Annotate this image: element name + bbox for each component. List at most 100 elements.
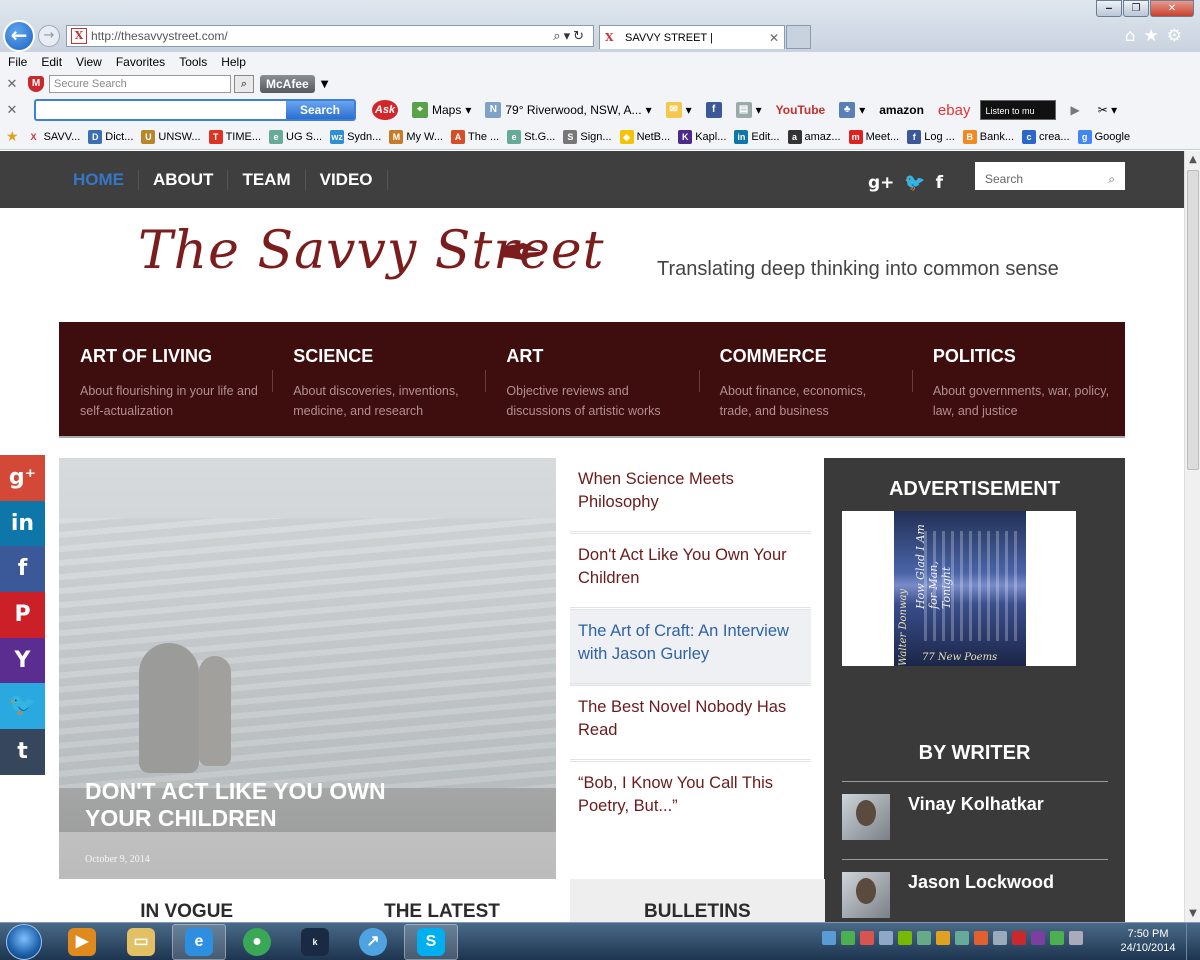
nav-home[interactable]: HOME bbox=[73, 170, 138, 190]
fav-item[interactable]: m Meet... bbox=[848, 129, 899, 144]
tumblr-share-icon[interactable]: t bbox=[0, 729, 45, 775]
fav-item[interactable]: X SAVV... bbox=[27, 130, 81, 144]
home-favorites-tools-icons[interactable]: ⌂★⚙ bbox=[1125, 26, 1190, 46]
amazon-button[interactable]: amazon bbox=[879, 103, 924, 117]
fav-item[interactable]: e St.G... bbox=[507, 129, 555, 144]
site-search-input[interactable]: Search ⌕ bbox=[975, 162, 1125, 190]
games-button[interactable]: ♣ ▾ bbox=[839, 102, 865, 118]
warning-tray-icon[interactable] bbox=[974, 931, 988, 945]
search-icon[interactable]: ⌕ bbox=[234, 75, 254, 93]
start-button[interactable] bbox=[6, 924, 42, 960]
toolbar-search-button[interactable]: Search bbox=[286, 101, 354, 119]
writer-item[interactable]: Vinay Kolhatkar bbox=[842, 781, 1108, 851]
dropbox-tray-icon[interactable] bbox=[822, 931, 836, 945]
more-arrow-icon[interactable]: ▶ bbox=[1070, 103, 1079, 117]
app-tray-icon[interactable] bbox=[917, 931, 931, 945]
skype-app[interactable]: S bbox=[404, 924, 458, 960]
nvidia-tray-icon[interactable] bbox=[898, 931, 912, 945]
tab-in-vogue[interactable]: IN VOGUE bbox=[59, 879, 314, 922]
page-scrollbar[interactable]: ▲ ▼ bbox=[1184, 151, 1200, 922]
article-link[interactable]: When Science Meets Philosophy bbox=[570, 458, 811, 534]
show-desktop-button[interactable] bbox=[1186, 923, 1200, 960]
new-tab-button[interactable] bbox=[786, 25, 811, 49]
menu-edit[interactable]: Edit bbox=[41, 55, 62, 69]
nav-video[interactable]: VIDEO bbox=[304, 169, 388, 190]
featured-title[interactable]: DON'T ACT LIKE YOU OWN YOUR CHILDREN bbox=[85, 778, 425, 832]
fav-item[interactable]: A The ... bbox=[451, 129, 499, 144]
explorer-app[interactable]: ▭ bbox=[114, 924, 168, 960]
internet-explorer-app[interactable]: e bbox=[172, 924, 226, 960]
ebay-button[interactable]: ebay bbox=[938, 102, 971, 119]
close-tab-icon[interactable]: ✕ bbox=[769, 31, 779, 45]
category-commerce[interactable]: COMMERCE About finance, economics, trade,… bbox=[698, 322, 912, 436]
menu-favorites[interactable]: Favorites bbox=[116, 55, 165, 69]
mcafee-button[interactable]: McAfee bbox=[260, 75, 315, 93]
google-plus-icon[interactable]: g+ bbox=[868, 173, 894, 193]
fav-item[interactable]: S Sign... bbox=[563, 129, 612, 144]
scroll-up-icon[interactable]: ▲ bbox=[1185, 151, 1200, 168]
writer-item[interactable]: Jason Lockwood bbox=[842, 859, 1108, 922]
minimize-button[interactable]: ‒ bbox=[1096, 0, 1122, 17]
address-controls-icon[interactable]: ⌕▾↻ bbox=[553, 29, 593, 44]
facebook-icon[interactable]: f bbox=[936, 173, 943, 193]
kindle-app[interactable]: k bbox=[288, 924, 342, 960]
linkedin-share-icon[interactable]: in bbox=[0, 500, 45, 547]
security-tray-icon[interactable] bbox=[841, 931, 855, 945]
lync-app[interactable]: ↗ bbox=[346, 924, 400, 960]
toolbar-settings-icon[interactable]: ✂ ▾ bbox=[1098, 103, 1117, 117]
writer-name[interactable]: Vinay Kolhatkar bbox=[908, 794, 1044, 815]
fav-item[interactable]: g Google bbox=[1077, 129, 1130, 144]
volume-tray-icon[interactable] bbox=[993, 931, 1007, 945]
close-toolbar-icon[interactable]: ✕ bbox=[4, 77, 20, 92]
tab-the-latest[interactable]: THE LATEST bbox=[314, 879, 569, 922]
sync-tray-icon[interactable] bbox=[1050, 931, 1064, 945]
forward-button[interactable]: → bbox=[38, 25, 60, 47]
radio-player[interactable]: Listen to mu bbox=[980, 100, 1057, 120]
fav-item[interactable]: U UNSW... bbox=[141, 129, 201, 144]
fav-item[interactable]: T TIME... bbox=[208, 129, 261, 144]
google-plus-share-icon[interactable]: g⁺ bbox=[0, 455, 45, 501]
address-url[interactable]: http://thesavvystreet.com/ bbox=[91, 29, 553, 43]
network-tray-icon[interactable] bbox=[879, 931, 893, 945]
pinterest-share-icon[interactable]: P bbox=[0, 592, 45, 638]
fav-item[interactable]: ◆ NetB... bbox=[619, 129, 670, 144]
mail-button[interactable]: ✉ ▾ bbox=[665, 102, 692, 118]
onenote-tray-icon[interactable] bbox=[1031, 931, 1045, 945]
writer-name[interactable]: Jason Lockwood bbox=[908, 872, 1054, 893]
back-button[interactable]: ← bbox=[3, 20, 35, 52]
menu-file[interactable]: File bbox=[8, 55, 27, 69]
fav-item[interactable]: D Dict... bbox=[88, 129, 133, 144]
facebook-button[interactable]: f bbox=[705, 102, 722, 118]
advertisement-banner[interactable]: How Glad I Am for Man, Tonight Walter Do… bbox=[842, 511, 1076, 666]
fav-item[interactable]: B Bank... bbox=[962, 129, 1014, 144]
category-science[interactable]: SCIENCE About discoveries, inventions, me… bbox=[272, 322, 485, 436]
article-link[interactable]: “Bob, I Know You Call This Poetry, But..… bbox=[570, 762, 811, 838]
featured-article[interactable]: DON'T ACT LIKE YOU OWN YOUR CHILDREN Oct… bbox=[59, 458, 556, 879]
youtube-button[interactable]: YouTube bbox=[776, 103, 826, 117]
fav-item[interactable]: M My W... bbox=[389, 129, 443, 144]
twitter-share-icon[interactable]: 🐦 bbox=[0, 683, 45, 730]
fav-item[interactable]: wz Sydn... bbox=[330, 129, 381, 144]
scroll-down-icon[interactable]: ▼ bbox=[1185, 905, 1200, 922]
secure-search-input[interactable]: Secure Search bbox=[49, 75, 231, 93]
fav-item[interactable]: in Edit... bbox=[734, 129, 780, 144]
nav-about[interactable]: ABOUT bbox=[138, 169, 227, 190]
close-toolbar-icon[interactable]: ✕ bbox=[4, 103, 20, 118]
fav-item[interactable]: f Log ... bbox=[907, 129, 955, 144]
taskbar-clock[interactable]: 7:50 PM 24/10/2014 bbox=[1118, 927, 1178, 955]
category-art-of-living[interactable]: ART OF LIVING About flourishing in your l… bbox=[59, 322, 272, 436]
menu-tools[interactable]: Tools bbox=[179, 55, 207, 69]
menu-help[interactable]: Help bbox=[221, 55, 246, 69]
mcafee-tray-icon[interactable] bbox=[1012, 931, 1026, 945]
article-link[interactable]: Don't Act Like You Own Your Children bbox=[570, 534, 811, 610]
browser-tab[interactable]: X SAVVY STREET | ✕ bbox=[599, 25, 785, 49]
address-bar[interactable]: X http://thesavvystreet.com/ ⌕▾↻ bbox=[66, 25, 594, 47]
fav-item[interactable]: a amaz... bbox=[787, 129, 841, 144]
tab-bulletins[interactable]: BULLETINS bbox=[569, 879, 825, 922]
fav-item[interactable]: K Kapl... bbox=[678, 129, 726, 144]
maps-button[interactable]: ⌖ Maps ▾ bbox=[412, 102, 471, 118]
fav-item[interactable]: c crea... bbox=[1022, 129, 1070, 144]
toolbar-search-field[interactable]: Search bbox=[34, 99, 356, 121]
weather-button[interactable]: N 79° Riverwood, NSW, A... ▾ bbox=[485, 102, 652, 118]
article-link-active[interactable]: The Art of Craft: An Interview with Jaso… bbox=[570, 610, 811, 686]
